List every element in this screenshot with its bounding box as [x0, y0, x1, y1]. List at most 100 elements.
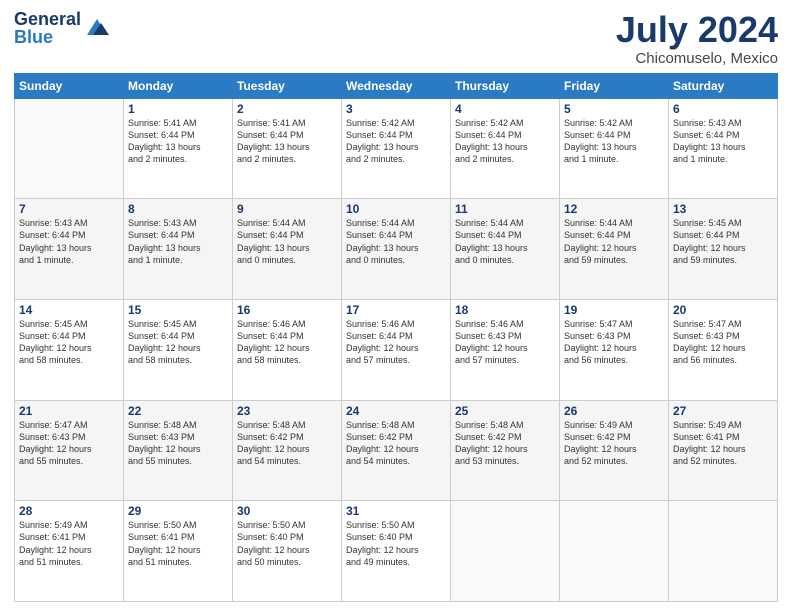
day-info: Sunrise: 5:48 AM Sunset: 6:42 PM Dayligh… [237, 419, 337, 468]
day-number: 26 [564, 404, 664, 418]
calendar-cell: 1Sunrise: 5:41 AM Sunset: 6:44 PM Daylig… [124, 98, 233, 199]
logo-text: GeneralBlue [14, 10, 81, 46]
weekday-header-wednesday: Wednesday [342, 73, 451, 98]
day-info: Sunrise: 5:47 AM Sunset: 6:43 PM Dayligh… [564, 318, 664, 367]
calendar-cell: 4Sunrise: 5:42 AM Sunset: 6:44 PM Daylig… [451, 98, 560, 199]
calendar-cell: 16Sunrise: 5:46 AM Sunset: 6:44 PM Dayli… [233, 299, 342, 400]
calendar-cell: 31Sunrise: 5:50 AM Sunset: 6:40 PM Dayli… [342, 501, 451, 602]
weekday-header-saturday: Saturday [669, 73, 778, 98]
calendar-week-5: 28Sunrise: 5:49 AM Sunset: 6:41 PM Dayli… [15, 501, 778, 602]
day-info: Sunrise: 5:49 AM Sunset: 6:41 PM Dayligh… [19, 519, 119, 568]
day-number: 25 [455, 404, 555, 418]
day-number: 10 [346, 202, 446, 216]
logo-icon [83, 17, 111, 39]
calendar-cell: 7Sunrise: 5:43 AM Sunset: 6:44 PM Daylig… [15, 199, 124, 300]
logo: GeneralBlue [14, 10, 111, 46]
day-info: Sunrise: 5:45 AM Sunset: 6:44 PM Dayligh… [128, 318, 228, 367]
header: GeneralBlue July 2024 Chicomuselo, Mexic… [14, 10, 778, 67]
day-number: 16 [237, 303, 337, 317]
calendar-page: GeneralBlue July 2024 Chicomuselo, Mexic… [0, 0, 792, 612]
day-number: 14 [19, 303, 119, 317]
weekday-header-thursday: Thursday [451, 73, 560, 98]
calendar-cell: 23Sunrise: 5:48 AM Sunset: 6:42 PM Dayli… [233, 400, 342, 501]
day-number: 11 [455, 202, 555, 216]
day-info: Sunrise: 5:49 AM Sunset: 6:42 PM Dayligh… [564, 419, 664, 468]
calendar-cell: 30Sunrise: 5:50 AM Sunset: 6:40 PM Dayli… [233, 501, 342, 602]
day-number: 29 [128, 504, 228, 518]
calendar-cell [560, 501, 669, 602]
calendar-cell: 12Sunrise: 5:44 AM Sunset: 6:44 PM Dayli… [560, 199, 669, 300]
day-number: 22 [128, 404, 228, 418]
day-number: 12 [564, 202, 664, 216]
day-info: Sunrise: 5:44 AM Sunset: 6:44 PM Dayligh… [564, 217, 664, 266]
calendar-cell: 22Sunrise: 5:48 AM Sunset: 6:43 PM Dayli… [124, 400, 233, 501]
day-number: 27 [673, 404, 773, 418]
day-info: Sunrise: 5:48 AM Sunset: 6:43 PM Dayligh… [128, 419, 228, 468]
calendar-cell: 14Sunrise: 5:45 AM Sunset: 6:44 PM Dayli… [15, 299, 124, 400]
calendar-cell: 3Sunrise: 5:42 AM Sunset: 6:44 PM Daylig… [342, 98, 451, 199]
day-number: 4 [455, 102, 555, 116]
day-number: 8 [128, 202, 228, 216]
month-title: July 2024 [616, 10, 778, 50]
day-info: Sunrise: 5:44 AM Sunset: 6:44 PM Dayligh… [237, 217, 337, 266]
day-info: Sunrise: 5:41 AM Sunset: 6:44 PM Dayligh… [237, 117, 337, 166]
day-info: Sunrise: 5:48 AM Sunset: 6:42 PM Dayligh… [455, 419, 555, 468]
day-info: Sunrise: 5:46 AM Sunset: 6:44 PM Dayligh… [346, 318, 446, 367]
calendar-cell: 2Sunrise: 5:41 AM Sunset: 6:44 PM Daylig… [233, 98, 342, 199]
weekday-header-row: SundayMondayTuesdayWednesdayThursdayFrid… [15, 73, 778, 98]
calendar-cell: 5Sunrise: 5:42 AM Sunset: 6:44 PM Daylig… [560, 98, 669, 199]
day-number: 15 [128, 303, 228, 317]
calendar-week-2: 7Sunrise: 5:43 AM Sunset: 6:44 PM Daylig… [15, 199, 778, 300]
location-subtitle: Chicomuselo, Mexico [616, 50, 778, 67]
calendar-cell: 28Sunrise: 5:49 AM Sunset: 6:41 PM Dayli… [15, 501, 124, 602]
day-info: Sunrise: 5:46 AM Sunset: 6:43 PM Dayligh… [455, 318, 555, 367]
calendar-cell: 25Sunrise: 5:48 AM Sunset: 6:42 PM Dayli… [451, 400, 560, 501]
calendar-table: SundayMondayTuesdayWednesdayThursdayFrid… [14, 73, 778, 602]
calendar-cell: 11Sunrise: 5:44 AM Sunset: 6:44 PM Dayli… [451, 199, 560, 300]
day-info: Sunrise: 5:44 AM Sunset: 6:44 PM Dayligh… [346, 217, 446, 266]
day-info: Sunrise: 5:41 AM Sunset: 6:44 PM Dayligh… [128, 117, 228, 166]
calendar-cell: 15Sunrise: 5:45 AM Sunset: 6:44 PM Dayli… [124, 299, 233, 400]
calendar-cell: 27Sunrise: 5:49 AM Sunset: 6:41 PM Dayli… [669, 400, 778, 501]
day-info: Sunrise: 5:47 AM Sunset: 6:43 PM Dayligh… [19, 419, 119, 468]
day-number: 9 [237, 202, 337, 216]
day-info: Sunrise: 5:42 AM Sunset: 6:44 PM Dayligh… [455, 117, 555, 166]
day-info: Sunrise: 5:43 AM Sunset: 6:44 PM Dayligh… [19, 217, 119, 266]
day-number: 18 [455, 303, 555, 317]
day-info: Sunrise: 5:46 AM Sunset: 6:44 PM Dayligh… [237, 318, 337, 367]
day-number: 24 [346, 404, 446, 418]
day-number: 17 [346, 303, 446, 317]
calendar-week-3: 14Sunrise: 5:45 AM Sunset: 6:44 PM Dayli… [15, 299, 778, 400]
day-info: Sunrise: 5:45 AM Sunset: 6:44 PM Dayligh… [673, 217, 773, 266]
calendar-cell [15, 98, 124, 199]
calendar-cell: 26Sunrise: 5:49 AM Sunset: 6:42 PM Dayli… [560, 400, 669, 501]
day-number: 28 [19, 504, 119, 518]
calendar-cell: 10Sunrise: 5:44 AM Sunset: 6:44 PM Dayli… [342, 199, 451, 300]
day-number: 20 [673, 303, 773, 317]
calendar-cell: 9Sunrise: 5:44 AM Sunset: 6:44 PM Daylig… [233, 199, 342, 300]
calendar-cell [451, 501, 560, 602]
calendar-cell: 17Sunrise: 5:46 AM Sunset: 6:44 PM Dayli… [342, 299, 451, 400]
day-number: 30 [237, 504, 337, 518]
day-number: 31 [346, 504, 446, 518]
weekday-header-sunday: Sunday [15, 73, 124, 98]
calendar-cell: 29Sunrise: 5:50 AM Sunset: 6:41 PM Dayli… [124, 501, 233, 602]
day-number: 3 [346, 102, 446, 116]
calendar-week-4: 21Sunrise: 5:47 AM Sunset: 6:43 PM Dayli… [15, 400, 778, 501]
day-number: 1 [128, 102, 228, 116]
calendar-cell: 24Sunrise: 5:48 AM Sunset: 6:42 PM Dayli… [342, 400, 451, 501]
day-number: 5 [564, 102, 664, 116]
day-number: 21 [19, 404, 119, 418]
weekday-header-friday: Friday [560, 73, 669, 98]
day-info: Sunrise: 5:50 AM Sunset: 6:40 PM Dayligh… [346, 519, 446, 568]
title-block: July 2024 Chicomuselo, Mexico [616, 10, 778, 67]
day-info: Sunrise: 5:49 AM Sunset: 6:41 PM Dayligh… [673, 419, 773, 468]
calendar-cell: 6Sunrise: 5:43 AM Sunset: 6:44 PM Daylig… [669, 98, 778, 199]
day-info: Sunrise: 5:45 AM Sunset: 6:44 PM Dayligh… [19, 318, 119, 367]
day-number: 13 [673, 202, 773, 216]
calendar-cell: 13Sunrise: 5:45 AM Sunset: 6:44 PM Dayli… [669, 199, 778, 300]
day-info: Sunrise: 5:43 AM Sunset: 6:44 PM Dayligh… [673, 117, 773, 166]
day-info: Sunrise: 5:42 AM Sunset: 6:44 PM Dayligh… [564, 117, 664, 166]
day-info: Sunrise: 5:43 AM Sunset: 6:44 PM Dayligh… [128, 217, 228, 266]
weekday-header-tuesday: Tuesday [233, 73, 342, 98]
